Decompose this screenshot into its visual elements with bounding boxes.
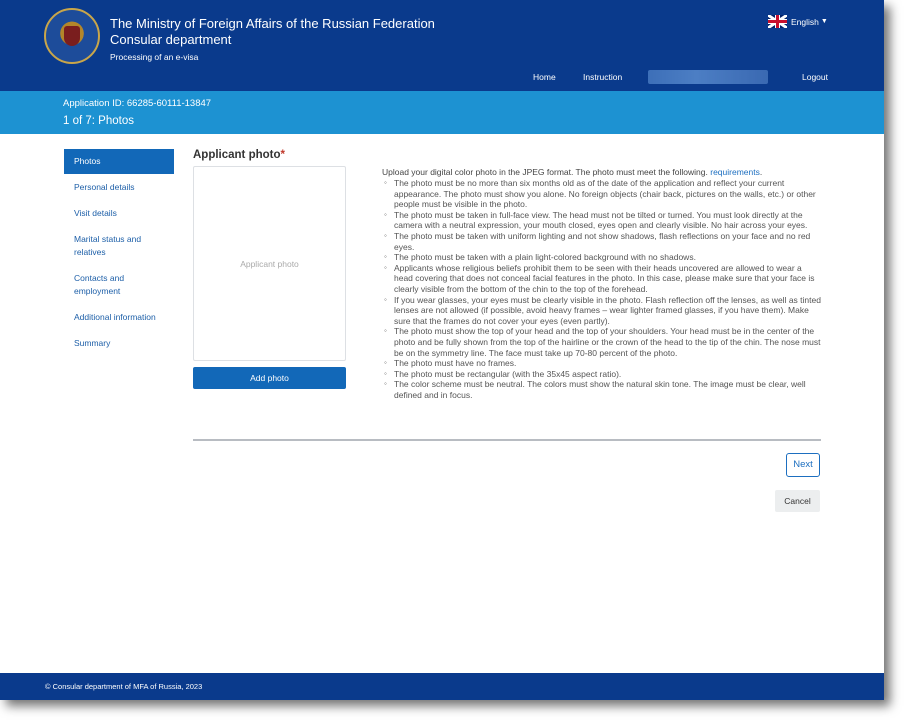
photo-preview[interactable]: Applicant photo <box>193 166 346 361</box>
sidebar-item-visit-details[interactable]: Visit details <box>64 207 174 220</box>
photo-placeholder-text: Applicant photo <box>240 259 299 269</box>
requirements-link[interactable]: requirements <box>710 167 760 177</box>
photo-title-text: Applicant photo <box>193 149 281 161</box>
list-item: Applicants whose religious beliefs prohi… <box>382 263 822 295</box>
nav-logout-link[interactable]: Logout <box>802 72 828 82</box>
application-band: Application ID: 66285-60111-13847 1 of 7… <box>0 91 884 134</box>
requirements-intro: Upload your digital color photo in the J… <box>382 167 763 177</box>
nav-home-link[interactable]: Home <box>533 72 556 82</box>
list-item: The color scheme must be neutral. The co… <box>382 379 822 400</box>
list-item: The photo must be taken with uniform lig… <box>382 231 822 252</box>
requirements-list: The photo must be no more than six month… <box>382 178 822 400</box>
site-header: The Ministry of Foreign Affairs of the R… <box>0 0 884 91</box>
list-item: If you wear glasses, your eyes must be c… <box>382 295 822 327</box>
page: The Ministry of Foreign Affairs of the R… <box>0 0 884 700</box>
uk-flag-icon <box>768 15 787 28</box>
required-mark: * <box>280 149 285 161</box>
list-item: The photo must be taken with a plain lig… <box>382 252 822 263</box>
list-item: The photo must be rectangular (with the … <box>382 369 822 380</box>
sidebar-item-photos[interactable]: Photos <box>64 149 174 174</box>
list-item: The photo must be no more than six month… <box>382 178 822 210</box>
next-button[interactable]: Next <box>786 453 820 477</box>
photo-section-title: Applicant photo* <box>193 149 285 161</box>
nav-instruction-link[interactable]: Instruction <box>583 72 622 82</box>
language-label: English <box>791 16 819 27</box>
cancel-button[interactable]: Cancel <box>775 490 820 512</box>
site-footer: © Consular department of MFA of Russia, … <box>0 673 884 700</box>
list-item: The photo must be taken in full-face vie… <box>382 210 822 231</box>
step-sidebar: Photos Personal details Visit details Ma… <box>64 149 174 350</box>
caret-down-icon: ▼ <box>820 18 828 25</box>
sidebar-item-personal-details[interactable]: Personal details <box>64 181 174 194</box>
nav-user-redacted[interactable] <box>648 70 768 84</box>
add-photo-button[interactable]: Add photo <box>193 367 346 389</box>
sidebar-item-marital-status[interactable]: Marital status and relatives <box>64 233 174 259</box>
sidebar-item-contacts-employment[interactable]: Contacts and employment <box>64 272 174 298</box>
footer-copyright: © Consular department of MFA of Russia, … <box>45 682 203 691</box>
ministry-title: The Ministry of Foreign Affairs of the R… <box>110 16 435 31</box>
language-selector[interactable]: English ▼ <box>768 15 828 28</box>
coat-of-arms-icon[interactable] <box>44 8 100 64</box>
service-subtitle: Processing of an e-visa <box>110 52 199 62</box>
requirements-intro-text: Upload your digital color photo in the J… <box>382 167 706 177</box>
department-title: Consular department <box>110 32 232 47</box>
list-item: The photo must show the top of your head… <box>382 326 822 358</box>
section-divider <box>193 439 821 441</box>
list-item: The photo must have no frames. <box>382 358 822 369</box>
application-id: Application ID: 66285-60111-13847 <box>63 98 212 109</box>
sidebar-item-additional-info[interactable]: Additional information <box>64 311 174 324</box>
sidebar-item-summary[interactable]: Summary <box>64 337 174 350</box>
step-title: 1 of 7: Photos <box>63 115 134 127</box>
